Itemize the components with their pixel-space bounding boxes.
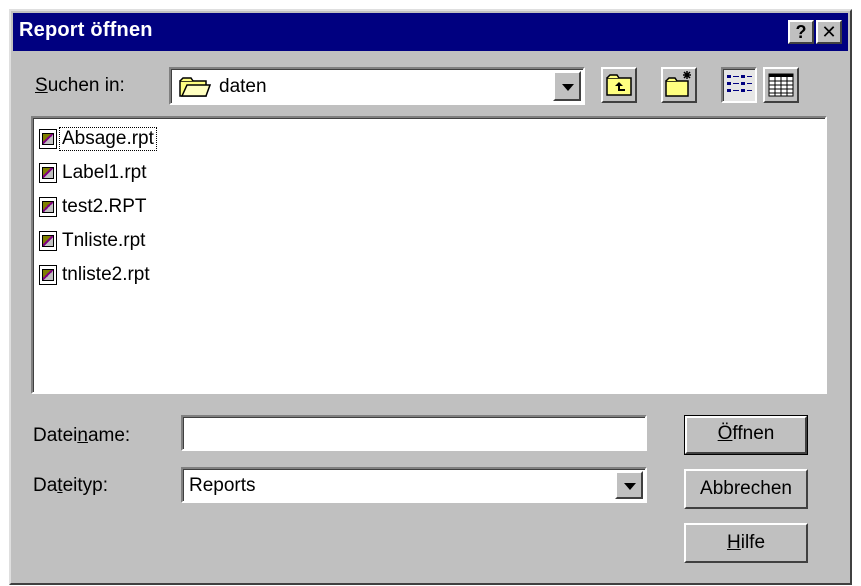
dialog-title: Report öffnen	[19, 19, 153, 41]
report-file-icon	[39, 163, 57, 183]
filetype-dropdown[interactable]: Reports	[181, 467, 647, 503]
lookin-value: daten	[219, 76, 267, 97]
list-view-button[interactable]	[721, 67, 757, 103]
open-report-dialog: Report öffnen ? ✕ Suchen in: daten Absag…	[9, 9, 852, 585]
file-list[interactable]: Absage.rpt Label1.rpt test2.RPT Tnliste.…	[31, 116, 827, 394]
file-name: test2.RPT	[62, 196, 147, 217]
file-item[interactable]: tnliste2.rpt	[39, 260, 152, 290]
filetype-label: Dateityp:	[33, 475, 108, 496]
details-view-icon	[768, 73, 794, 97]
open-button[interactable]: Öffnen	[684, 415, 808, 455]
lookin-dropdown-arrow[interactable]	[553, 71, 581, 101]
details-view-button[interactable]	[763, 67, 799, 103]
filename-label: Dateiname:	[33, 425, 131, 446]
report-file-icon	[39, 231, 57, 251]
title-bar[interactable]: Report öffnen ? ✕	[13, 13, 848, 51]
report-file-icon	[39, 129, 57, 149]
filetype-value: Reports	[189, 475, 256, 496]
close-button[interactable]: ✕	[816, 20, 842, 44]
new-folder-icon	[665, 71, 691, 97]
file-name: Absage.rpt	[59, 127, 157, 151]
help-button[interactable]: Hilfe	[684, 523, 808, 563]
help-title-button[interactable]: ?	[788, 20, 814, 44]
file-name: Tnliste.rpt	[62, 230, 146, 251]
new-folder-button[interactable]	[661, 67, 697, 103]
lookin-dropdown[interactable]: daten	[169, 67, 585, 105]
up-one-level-button[interactable]	[601, 67, 637, 103]
file-item[interactable]: Absage.rpt	[39, 124, 157, 154]
lookin-label: Suchen in:	[35, 75, 125, 96]
file-name: Label1.rpt	[62, 162, 147, 183]
report-file-icon	[39, 197, 57, 217]
chevron-down-icon	[624, 483, 636, 490]
file-name: tnliste2.rpt	[62, 264, 150, 285]
file-item[interactable]: Tnliste.rpt	[39, 226, 147, 256]
file-item[interactable]: test2.RPT	[39, 192, 148, 222]
file-item[interactable]: Label1.rpt	[39, 158, 149, 188]
report-file-icon	[39, 265, 57, 285]
folder-icon	[179, 77, 211, 97]
folder-up-icon	[606, 74, 632, 96]
cancel-button[interactable]: Abbrechen	[684, 469, 808, 509]
chevron-down-icon	[562, 84, 574, 91]
filetype-dropdown-arrow[interactable]	[615, 471, 643, 499]
filename-input[interactable]	[181, 415, 647, 451]
list-view-icon	[727, 75, 752, 92]
